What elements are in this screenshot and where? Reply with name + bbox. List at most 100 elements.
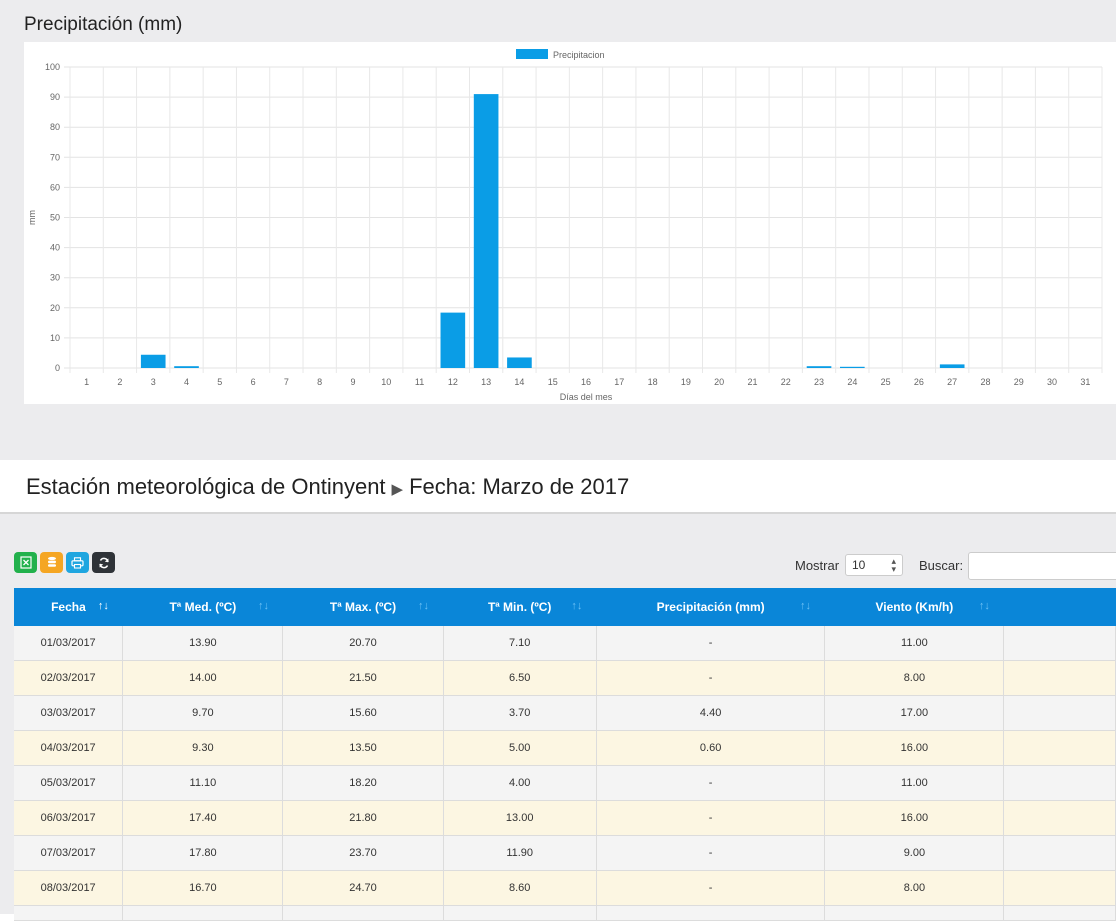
refresh-button[interactable]	[92, 552, 115, 573]
y-tick-label: 30	[50, 273, 60, 283]
table-row: 08/03/2017 16.70 24.70 8.60-8.00	[14, 870, 1116, 906]
table-cell: -	[596, 765, 826, 801]
search-input[interactable]	[968, 552, 1116, 580]
table-cell: 4.40	[596, 695, 826, 731]
table-cell: 11.90	[443, 835, 597, 871]
header-label: Tª Med. (ºC)	[169, 600, 237, 614]
table-cell	[1003, 730, 1116, 766]
sort-icon: ↑↓	[257, 600, 269, 612]
table-row: 02/03/2017 14.00 21.50 6.50-8.00	[14, 660, 1116, 696]
table-cell	[1003, 695, 1116, 731]
excel-export-button[interactable]	[14, 552, 37, 573]
table-cell: 15.60	[282, 695, 444, 731]
table-cell: 16.00	[824, 800, 1005, 836]
sort-asc-icon: ↑↓	[97, 600, 109, 612]
table-cell: 07/03/2017	[14, 835, 124, 871]
sort-icon: ↑↓	[418, 600, 430, 612]
search-label: Buscar:	[919, 558, 964, 573]
table-cell: 03/03/2017	[14, 695, 124, 731]
database-icon	[47, 556, 56, 567]
table-cell: 14.00	[122, 660, 284, 696]
y-axis-label: mm	[27, 210, 37, 225]
header-temp-max[interactable]: Tª Max. (ºC) ↑↓	[282, 588, 444, 626]
y-tick-label: 50	[50, 213, 60, 223]
table-row: 06/03/2017 17.40 21.80 13.00-16.00	[14, 800, 1116, 836]
table-cell	[1003, 800, 1116, 836]
table-cell: 11.00	[824, 626, 1005, 661]
table-cell: 17.00	[824, 695, 1005, 731]
x-tick-label: 6	[251, 377, 256, 387]
table-cell: -	[596, 660, 826, 696]
table-row: 01/03/2017 13.90 20.70 7.10-11.00	[14, 626, 1116, 661]
x-tick-label: 28	[980, 377, 990, 387]
table-cell	[122, 905, 284, 921]
export-toolbar	[14, 552, 115, 573]
station-date: Fecha: Marzo de 2017	[409, 474, 630, 499]
table-cell: 20.70	[282, 626, 444, 661]
table-cell	[824, 905, 1005, 921]
x-tick-label: 16	[581, 377, 591, 387]
table-cell: 3.70	[443, 695, 597, 731]
precipitation-chart: 01020304050607080901001 2 3 4 5 6 7 8 9 10 11 12 13 1…	[27, 49, 1103, 402]
table-cell: 13.00	[443, 800, 597, 836]
table-cell: 8.00	[824, 660, 1005, 696]
table-cell: 0.60	[596, 730, 826, 766]
x-tick-label: 12	[448, 377, 458, 387]
table-cell	[1003, 905, 1116, 921]
x-tick-label: 22	[781, 377, 791, 387]
table-cell: 9.00	[824, 835, 1005, 871]
x-tick-label: 30	[1047, 377, 1057, 387]
table-cell	[1003, 765, 1116, 801]
table-cell	[596, 905, 826, 921]
station-title: Estación meteorológica de Ontinyent ▶ Fech…	[26, 474, 629, 500]
data-section: Mostrar 10 ▴ ▾ Buscar: Fecha ↑↓ Tª Med. (º…	[0, 514, 1116, 921]
x-tick-label: 4	[184, 377, 189, 387]
x-tick-label: 15	[548, 377, 558, 387]
y-tick-label: 60	[50, 182, 60, 192]
header-precipitacion[interactable]: Precipitación (mm) ↑↓	[596, 588, 825, 626]
show-entries-select[interactable]: 10 ▴ ▾	[845, 554, 903, 576]
table-cell: 16.00	[824, 730, 1005, 766]
table-cell: -	[596, 870, 826, 906]
header-viento[interactable]: Viento (Km/h) ↑↓	[824, 588, 1004, 626]
header-temp-min[interactable]: Tª Min. (ºC) ↑↓	[443, 588, 597, 626]
database-export-button[interactable]	[40, 552, 63, 573]
print-button[interactable]	[66, 552, 89, 573]
y-tick-label: 90	[50, 92, 60, 102]
table-cell: 08/03/2017	[14, 870, 124, 906]
table-cell: 21.50	[282, 660, 444, 696]
x-tick-label: 27	[947, 377, 957, 387]
table-cell: 13.50	[282, 730, 444, 766]
table-cell: 4.00	[443, 765, 597, 801]
table-cell: 06/03/2017	[14, 800, 124, 836]
y-tick-label: 70	[50, 152, 60, 162]
table-cell: 18.20	[282, 765, 444, 801]
station-name: Estación meteorológica de Ontinyent	[26, 474, 386, 499]
show-entries-value: 10	[852, 558, 866, 572]
table-cell: 5.00	[443, 730, 597, 766]
x-tick-label: 19	[681, 377, 691, 387]
bar	[174, 366, 199, 368]
table-body: 01/03/2017 13.90 20.70 7.10-11.00 02/03/2017…	[14, 626, 1116, 921]
bar	[473, 94, 499, 368]
header-extra[interactable]	[1003, 588, 1116, 626]
table-row: 04/03/2017 9.30 13.50 5.00 0.60 16.00	[14, 730, 1116, 766]
table-cell: 01/03/2017	[14, 626, 124, 661]
chart-panel: Precipitación (mm) 0 10 20 30 40 50 60 70 80 90 10…	[0, 0, 1116, 440]
bar	[806, 366, 832, 368]
breadcrumb-arrow-icon: ▶	[391, 481, 404, 498]
bar	[939, 364, 965, 368]
table-cell: 05/03/2017	[14, 765, 124, 801]
x-axis-label: Días del mes	[560, 392, 613, 402]
chart-title: Precipitación (mm)	[24, 14, 183, 35]
table-cell	[1003, 835, 1116, 871]
table-cell: 02/03/2017	[14, 660, 124, 696]
y-tick-label: 10	[50, 333, 60, 343]
table-cell	[443, 905, 597, 921]
print-icon	[71, 556, 84, 569]
header-fecha[interactable]: Fecha ↑↓	[14, 588, 123, 626]
table-cell: 8.00	[824, 870, 1005, 906]
table-row: 03/03/2017 9.70 15.60 3.70 4.40 17.00	[14, 695, 1116, 731]
header-temp-med[interactable]: Tª Med. (ºC) ↑↓	[122, 588, 283, 626]
y-tick-label: 80	[50, 122, 60, 132]
